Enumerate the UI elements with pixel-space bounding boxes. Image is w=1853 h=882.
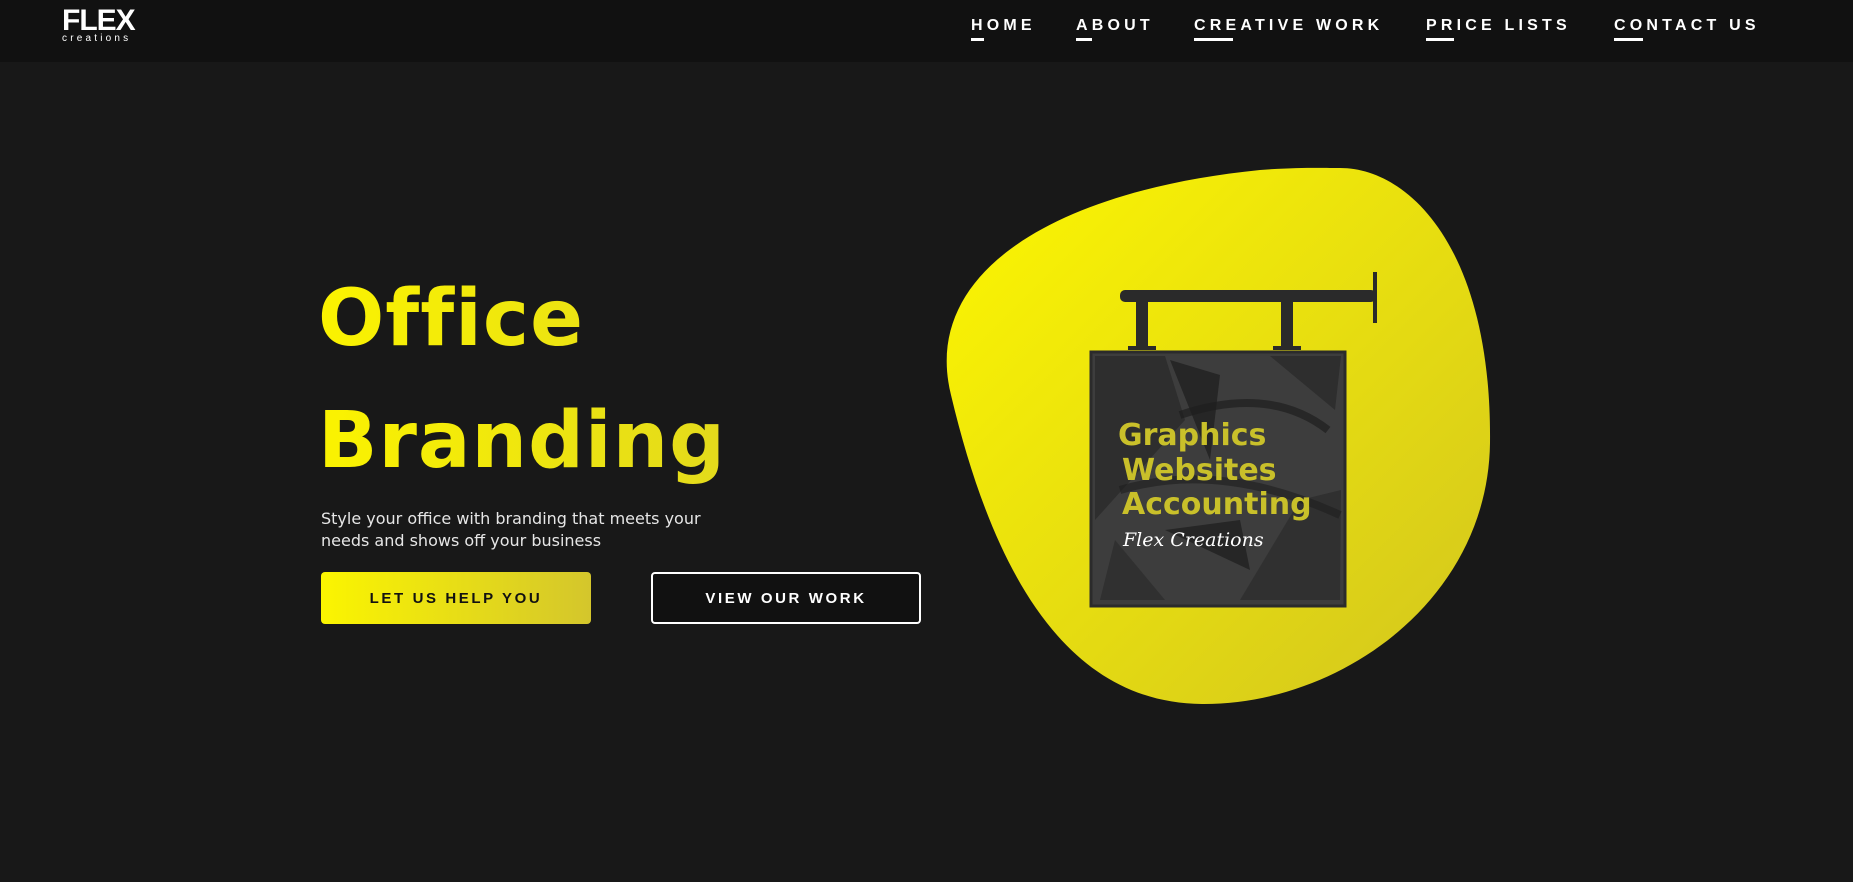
nav-item-label: ABOUT	[1076, 17, 1154, 34]
top-header: FLEX creations HOME ABOUT CREATIVE WORK …	[0, 0, 1853, 62]
nav-underline	[971, 38, 984, 41]
main-nav: HOME ABOUT CREATIVE WORK PRICE LISTS CON…	[0, 0, 1853, 62]
nav-item-about[interactable]: ABOUT	[1076, 17, 1154, 41]
nav-item-label: CREATIVE WORK	[1194, 17, 1384, 34]
nav-underline	[1194, 38, 1233, 41]
nav-item-price-lists[interactable]: PRICE LISTS	[1426, 17, 1571, 41]
nav-item-contact-us[interactable]: CONTACT US	[1614, 17, 1760, 41]
nav-underline	[1614, 38, 1643, 41]
nav-item-creative-work[interactable]: CREATIVE WORK	[1194, 17, 1384, 41]
view-our-work-button[interactable]: VIEW OUR WORK	[651, 572, 921, 624]
nav-item-label: PRICE LISTS	[1426, 17, 1571, 34]
sign-line-2: Websites	[1122, 453, 1277, 488]
hero-description: Style your office with branding that mee…	[321, 509, 701, 550]
hero-title-line-1: Office	[318, 274, 585, 364]
nav-item-label: CONTACT US	[1614, 17, 1760, 34]
sign-line-3: Accounting	[1122, 487, 1312, 522]
hero-title: Office Branding	[318, 258, 726, 502]
nav-underline	[1426, 38, 1454, 41]
hero-title-line-2: Branding	[318, 396, 727, 486]
hero-illustration: Graphics Websites Accounting Flex Creati…	[940, 160, 1500, 720]
sign-line-1: Graphics	[1118, 418, 1266, 453]
page: FLEX creations HOME ABOUT CREATIVE WORK …	[0, 0, 1853, 882]
nav-item-home[interactable]: HOME	[971, 17, 1036, 41]
nav-underline	[1076, 38, 1092, 41]
sign-signature: Flex Creations	[1122, 529, 1264, 551]
let-us-help-you-button[interactable]: LET US HELP YOU	[321, 572, 591, 624]
nav-item-label: HOME	[971, 17, 1036, 34]
